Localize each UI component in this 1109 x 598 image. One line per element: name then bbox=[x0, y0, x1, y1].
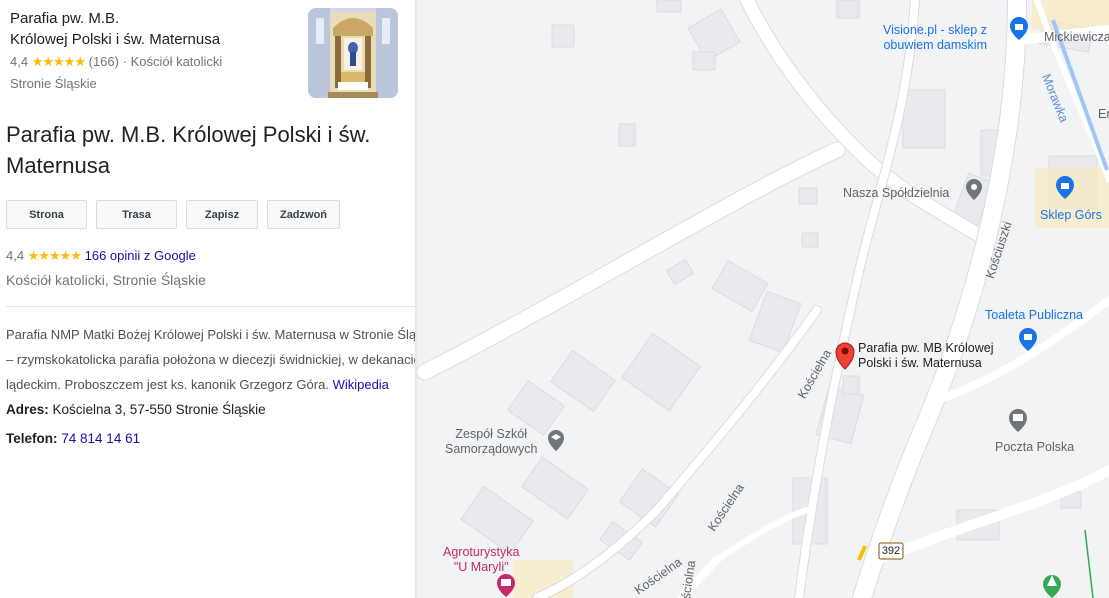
map-label-agro-line2: "U Maryli" bbox=[453, 560, 509, 574]
map-label-zespol-line2: Samorządowych bbox=[445, 442, 538, 456]
summary-category: Kościół katolicki bbox=[130, 54, 223, 69]
map-buildings bbox=[460, 0, 1098, 562]
address-row: Adres: Kościelna 3, 57-550 Stronie Śląsk… bbox=[6, 402, 266, 417]
map-label-parafia[interactable]: Parafia pw. MB Królowej Polski i św. Mat… bbox=[858, 341, 993, 371]
place-title: Parafia pw. M.B. Królowej Polski i św. M… bbox=[6, 122, 371, 178]
map-label-nasza-spoldzielnia[interactable]: Nasza Spółdzielnia bbox=[843, 186, 949, 201]
map-label-agroturystyka[interactable]: Agroturystyka "U Maryli" bbox=[443, 545, 519, 575]
map-label-visione-line2: obuwiem damskim bbox=[883, 38, 987, 52]
rating-stars-icon: ★★★★★ bbox=[31, 54, 86, 69]
map-view[interactable]: Visione.pl - sklep z obuwiem damskim Mic… bbox=[417, 0, 1109, 598]
summary-separator: · bbox=[122, 54, 127, 69]
place-panel: Parafia pw. M.B. Królowej Polski i św. M… bbox=[0, 0, 415, 598]
rating-value: 4,4 bbox=[6, 248, 25, 263]
school-pin-icon[interactable] bbox=[548, 430, 564, 451]
summary-review-count: (166) bbox=[88, 54, 119, 69]
save-button[interactable]: Zapisz bbox=[186, 200, 258, 229]
address-value: Kościelna 3, 57-550 Stronie Śląskie bbox=[48, 402, 266, 417]
summary-name-line1: Parafia pw. M.B. bbox=[10, 10, 120, 27]
post-office-pin-icon[interactable] bbox=[1009, 409, 1027, 432]
park-pin-icon[interactable] bbox=[1043, 575, 1061, 598]
map-label-visione-line1: Visione.pl - sklep z bbox=[883, 23, 987, 37]
trail bbox=[1084, 529, 1094, 598]
divider bbox=[6, 306, 415, 307]
map-label-parafia-line1: Parafia pw. MB Królowej bbox=[858, 341, 994, 355]
address-label: Adres: bbox=[6, 402, 49, 417]
map-label-er: Er bbox=[1098, 107, 1109, 121]
rating-stars-icon: ★★★★★ bbox=[27, 248, 82, 263]
website-button[interactable]: Strona bbox=[6, 200, 87, 229]
phone-number-link[interactable]: 74 814 14 61 bbox=[61, 431, 140, 446]
summary-name-line2: Królowej Polski i św. Maternusa bbox=[10, 31, 221, 48]
directions-button[interactable]: Trasa bbox=[96, 200, 177, 229]
summary-rating-value: 4,4 bbox=[10, 54, 29, 69]
place-description: Parafia NMP Matki Bożej Królowej Polski … bbox=[6, 322, 415, 397]
street-label-mickiewicza: Mickiewicza bbox=[1044, 30, 1109, 44]
map-label-zespol-line1: Zespół Szkół bbox=[455, 427, 527, 441]
agro-pin-icon[interactable] bbox=[497, 574, 515, 597]
map-label-agro-line1: Agroturystyka bbox=[443, 545, 520, 559]
reviews-link[interactable]: 166 opinii z Google bbox=[85, 248, 196, 263]
summary-location: Stronie Śląskie bbox=[10, 76, 97, 91]
road-392-marker bbox=[857, 545, 867, 561]
category-location: Kościół katolicki, Stronie Śląskie bbox=[6, 272, 206, 288]
map-label-visione[interactable]: Visione.pl - sklep z obuwiem damskim bbox=[883, 23, 987, 53]
church-interior-photo[interactable] bbox=[308, 8, 398, 98]
map-label-toaleta[interactable]: Toaleta Publiczna bbox=[985, 308, 1083, 323]
summary-rating: 4,4 ★★★★★ (166) · Kościół katolicki bbox=[10, 54, 222, 70]
wikipedia-link[interactable]: Wikipedia bbox=[333, 377, 389, 392]
rating-row: 4,4 ★★★★★ 166 opinii z Google bbox=[6, 248, 196, 264]
place-summary-card[interactable]: Parafia pw. M.B. Królowej Polski i św. M… bbox=[0, 0, 415, 106]
map-label-zespol-szkol[interactable]: Zespół Szkół Samorządowych bbox=[445, 427, 537, 457]
call-button[interactable]: Zadzwoń bbox=[267, 200, 340, 229]
phone-label: Telefon: bbox=[6, 431, 58, 446]
phone-row: Telefon: 74 814 14 61 bbox=[6, 431, 140, 446]
map-canvas[interactable] bbox=[417, 0, 1109, 598]
map-label-poczta[interactable]: Poczta Polska bbox=[995, 440, 1074, 455]
map-label-parafia-line2: Polski i św. Maternusa bbox=[858, 356, 982, 370]
map-label-sklep[interactable]: Sklep Górs bbox=[1040, 208, 1102, 223]
road-number-392: 392 bbox=[881, 545, 901, 557]
